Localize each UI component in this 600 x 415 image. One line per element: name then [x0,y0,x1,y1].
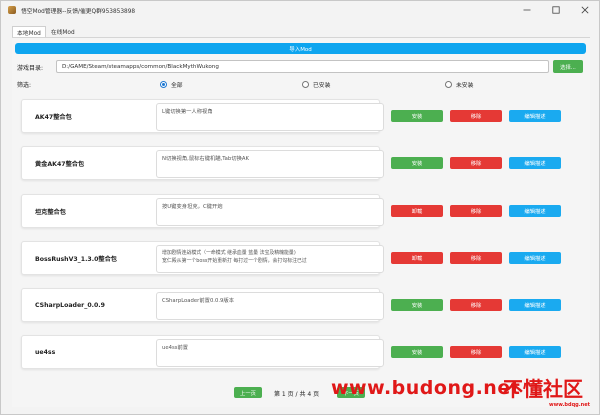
edit-description-button[interactable]: 编辑描述 [509,157,561,169]
mod-name: CSharpLoader_0.0.9 [35,301,105,309]
install-button[interactable]: 安装 [391,110,443,122]
filter-uninstalled-radio[interactable]: 未安装 [445,80,473,89]
edit-description-button[interactable]: 编辑描述 [509,299,561,311]
mod-card: AK47整合包 L键切换第一人称视角 [21,99,384,133]
radio-unchecked-icon [445,81,452,88]
remove-button[interactable]: 移除 [450,299,502,311]
app-logo-icon [8,6,16,14]
title-bar: 悟空Mod管理器--反馈/催更Q群953853898 [1,1,599,19]
mod-description[interactable]: CSharpLoader前置0.0.9版本 [156,292,384,320]
install-button[interactable]: 安装 [391,157,443,169]
watermark-site: www.budong.net [331,377,521,399]
local-mod-panel: 导入Mod 游戏目录: 选择... 筛选: 全部 已安装 未安装 AK47整合包… [12,37,590,407]
mod-name: 黄金AK47整合包 [35,160,85,168]
game-dir-input[interactable] [56,60,549,73]
prev-page-button[interactable]: 上一页 [234,387,262,398]
mod-name: BossRushV3_1.3.0整合包 [35,255,117,263]
filter-uninstalled-label: 未安装 [456,83,474,89]
filter-label: 筛选: [17,82,32,89]
filter-installed-radio[interactable]: 已安装 [302,80,330,89]
radio-unchecked-icon [302,81,309,88]
browse-button[interactable]: 选择... [553,60,583,73]
uninstall-button[interactable]: 卸载 [391,252,443,264]
remove-button[interactable]: 移除 [450,110,502,122]
mod-card: CSharpLoader_0.0.9 CSharpLoader前置0.0.9版本 [21,288,384,322]
mod-description[interactable]: N切换视角,鼠标右键机瞄,Tab切换AK [156,150,384,178]
install-button[interactable]: 安装 [391,346,443,358]
import-mod-button[interactable]: 导入Mod [15,43,586,54]
remove-button[interactable]: 移除 [450,157,502,169]
edit-description-button[interactable]: 编辑描述 [509,252,561,264]
tab-bar: 本地Mod 在线Mod [12,26,80,37]
radio-checked-icon [160,81,167,88]
filter-all-label: 全部 [171,83,183,89]
edit-description-button[interactable]: 编辑描述 [509,346,561,358]
maximize-icon[interactable] [542,1,570,19]
edit-description-button[interactable]: 编辑描述 [509,205,561,217]
page-info: 第 1 页 / 共 4 页 [274,391,320,398]
mod-card: 坦克整合包 按U键变身坦克，C键开炮 [21,194,384,228]
uninstall-button[interactable]: 卸载 [391,205,443,217]
mod-card: ue4ss ue4ss前置 [21,335,384,369]
mod-card: 黄金AK47整合包 N切换视角,鼠标右键机瞄,Tab切换AK [21,146,384,180]
mod-name: 坦克整合包 [35,208,66,216]
mod-description[interactable]: 按U键变身坦克，C键开炮 [156,198,384,226]
watermark-small: www.bdqg.net [549,402,590,408]
mod-name: AK47整合包 [35,113,72,121]
watermark-name: 不懂社区 [503,377,583,401]
tab-online-mod[interactable]: 在线Mod [46,26,80,37]
edit-description-button[interactable]: 编辑描述 [509,110,561,122]
remove-button[interactable]: 移除 [450,252,502,264]
mod-description[interactable]: 增加剧情连战模式（一命模式 继承血量 蓝量 法宝及精魄能量) 宽仁殿从第一个bo… [156,245,384,273]
install-button[interactable]: 安装 [391,299,443,311]
filter-installed-label: 已安装 [313,83,331,89]
mod-card: BossRushV3_1.3.0整合包 增加剧情连战模式（一命模式 继承血量 蓝… [21,241,384,275]
filter-all-radio[interactable]: 全部 [160,80,183,89]
game-dir-label: 游戏目录: [17,65,44,72]
mod-description[interactable]: ue4ss前置 [156,339,384,367]
tab-local-mod[interactable]: 本地Mod [12,26,46,37]
close-icon[interactable] [571,1,599,19]
mod-name: ue4ss [35,348,56,356]
mod-description[interactable]: L键切换第一人称视角 [156,103,384,131]
app-window: 悟空Mod管理器--反馈/催更Q群953853898 本地Mod 在线Mod 导… [0,0,600,415]
remove-button[interactable]: 移除 [450,205,502,217]
window-title: 悟空Mod管理器--反馈/催更Q群953853898 [21,8,136,15]
remove-button[interactable]: 移除 [450,346,502,358]
minimize-icon[interactable] [513,1,541,19]
